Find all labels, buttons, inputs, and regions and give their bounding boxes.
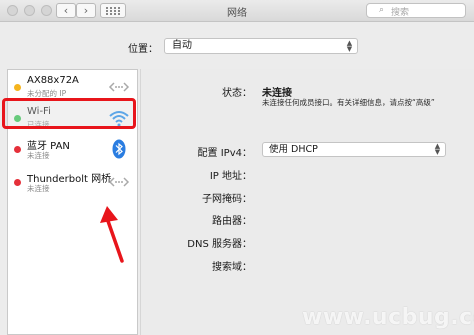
subnet-mask-label: 子网掩码： bbox=[202, 194, 252, 205]
ip-address-label: IP 地址： bbox=[209, 171, 252, 182]
search-field[interactable]: ⌕ 搜索 bbox=[366, 3, 466, 18]
status-dot-red-icon bbox=[14, 146, 21, 153]
router-label: 路由器： bbox=[212, 216, 252, 227]
highlight-box bbox=[2, 98, 136, 129]
ethernet-arrows-icon bbox=[108, 177, 130, 187]
status-dot-red-icon bbox=[14, 179, 21, 186]
chevron-updown-icon: ▲ ▼ bbox=[434, 142, 441, 156]
annotation-arrow-icon bbox=[100, 206, 124, 263]
service-item-thunderbolt-bridge[interactable]: Thunderbolt 网桥 未连接 bbox=[8, 167, 137, 197]
search-domain-label: 搜索域： bbox=[212, 262, 252, 273]
ethernet-arrows-icon bbox=[108, 82, 130, 92]
status-value: 未连接 bbox=[262, 88, 292, 99]
location-label: 位置： bbox=[128, 44, 158, 55]
dns-server-label: DNS 服务器： bbox=[187, 239, 252, 250]
ipv4-config-label: 配置 IPv4： bbox=[197, 148, 252, 159]
service-item-bluetooth-pan[interactable]: 蓝牙 PAN 未连接 bbox=[8, 134, 137, 164]
status-label: 状态： bbox=[222, 88, 252, 99]
ipv4-config-value: 使用 DHCP bbox=[269, 144, 318, 155]
location-value: 自动 bbox=[172, 40, 192, 51]
ipv4-config-select[interactable]: 使用 DHCP ▲ ▼ bbox=[262, 142, 446, 157]
service-status: 未连接 bbox=[27, 184, 50, 193]
status-description: 未连接任何成员接口。有关详细信息，请点按“高级” bbox=[262, 98, 435, 107]
service-status: 未连接 bbox=[27, 151, 50, 160]
search-placeholder: 搜索 bbox=[391, 8, 410, 18]
service-name: AX88x72A bbox=[27, 75, 79, 86]
status-dot-yellow-icon bbox=[14, 84, 21, 91]
location-select[interactable]: 自动 ▲ ▼ bbox=[164, 38, 358, 54]
chevron-updown-icon: ▲ ▼ bbox=[346, 39, 353, 53]
title-bar: ‹ › 网络 ⌕ 搜索 bbox=[0, 0, 474, 22]
search-icon: ⌕ bbox=[379, 5, 385, 15]
watermark: www.ucbug.cc bbox=[302, 305, 474, 330]
bluetooth-icon bbox=[112, 139, 126, 159]
